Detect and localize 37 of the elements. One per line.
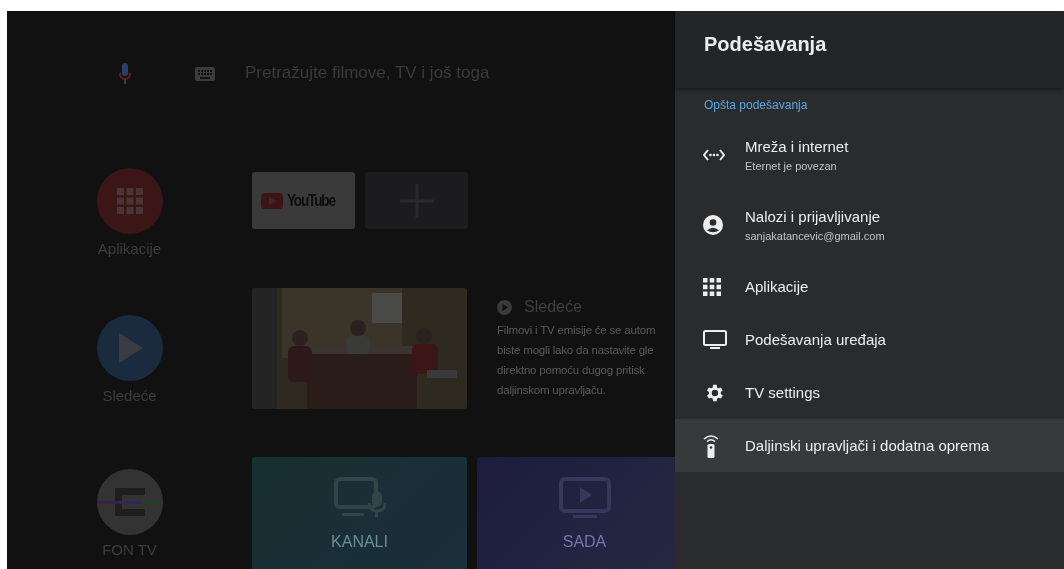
- description-line: biste mogli lako da nastavite gle: [497, 343, 655, 358]
- menu-item-title: Daljinski upravljači i dodatna oprema: [745, 437, 990, 454]
- section-label: Opšta podešavanja: [703, 97, 809, 114]
- menu-item[interactable]: Podešavanja uređaja: [675, 313, 1064, 366]
- description-line: Filmovi i TV emisije će se autom: [497, 323, 657, 338]
- menu-item[interactable]: Aplikacije: [675, 260, 1064, 313]
- play-icon: [497, 299, 512, 315]
- description-line: daljinskom upravljaču.: [497, 383, 607, 398]
- menu-item-title: Nalozi i prijavljivanje: [745, 208, 882, 225]
- menu-item-title: Mreža i internet: [745, 138, 849, 155]
- keyboard-icon[interactable]: [195, 67, 215, 81]
- menu-item-title: Podešavanja uređaja: [745, 331, 886, 348]
- play-logo-icon: [260, 192, 283, 209]
- menu-item[interactable]: TV settings: [675, 366, 1064, 419]
- panel-title: Podešavanja: [704, 33, 827, 56]
- microphone-icon[interactable]: [119, 63, 131, 85]
- monitor-icon: [703, 329, 727, 350]
- menu-item-title: TV settings: [745, 384, 821, 401]
- monitor-microphone-icon: [333, 477, 386, 519]
- add-app-tile[interactable]: [365, 172, 468, 229]
- grid-icon: [703, 277, 721, 296]
- menu-item[interactable]: Mreža i internet Eternet je povezan: [675, 120, 1064, 190]
- remote-icon: [703, 433, 719, 458]
- description-line: direktno pomoću dugog pritisk: [497, 363, 646, 378]
- channel-tile[interactable]: KANALI: [252, 457, 467, 569]
- menu-item[interactable]: Nalozi i prijavljivanje sanjakatancevic@gmail.com: [675, 190, 1064, 260]
- channel-tile[interactable]: SADA: [477, 457, 675, 569]
- menu-item-title: Aplikacije: [745, 278, 809, 295]
- account-icon: [703, 215, 723, 235]
- menu-item-subtitle: sanjakatancevic@gmail.com: [745, 230, 885, 242]
- play-icon: [116, 333, 143, 363]
- channel-logo-icon: [96, 485, 163, 519]
- menu-item-subtitle: Eternet je povezan: [745, 160, 838, 172]
- grid-icon: [116, 188, 143, 214]
- network-icon: [703, 149, 725, 161]
- tv-play-icon: [558, 477, 611, 519]
- menu-item[interactable]: Daljinski upravljači i dodatna oprema: [675, 419, 1064, 472]
